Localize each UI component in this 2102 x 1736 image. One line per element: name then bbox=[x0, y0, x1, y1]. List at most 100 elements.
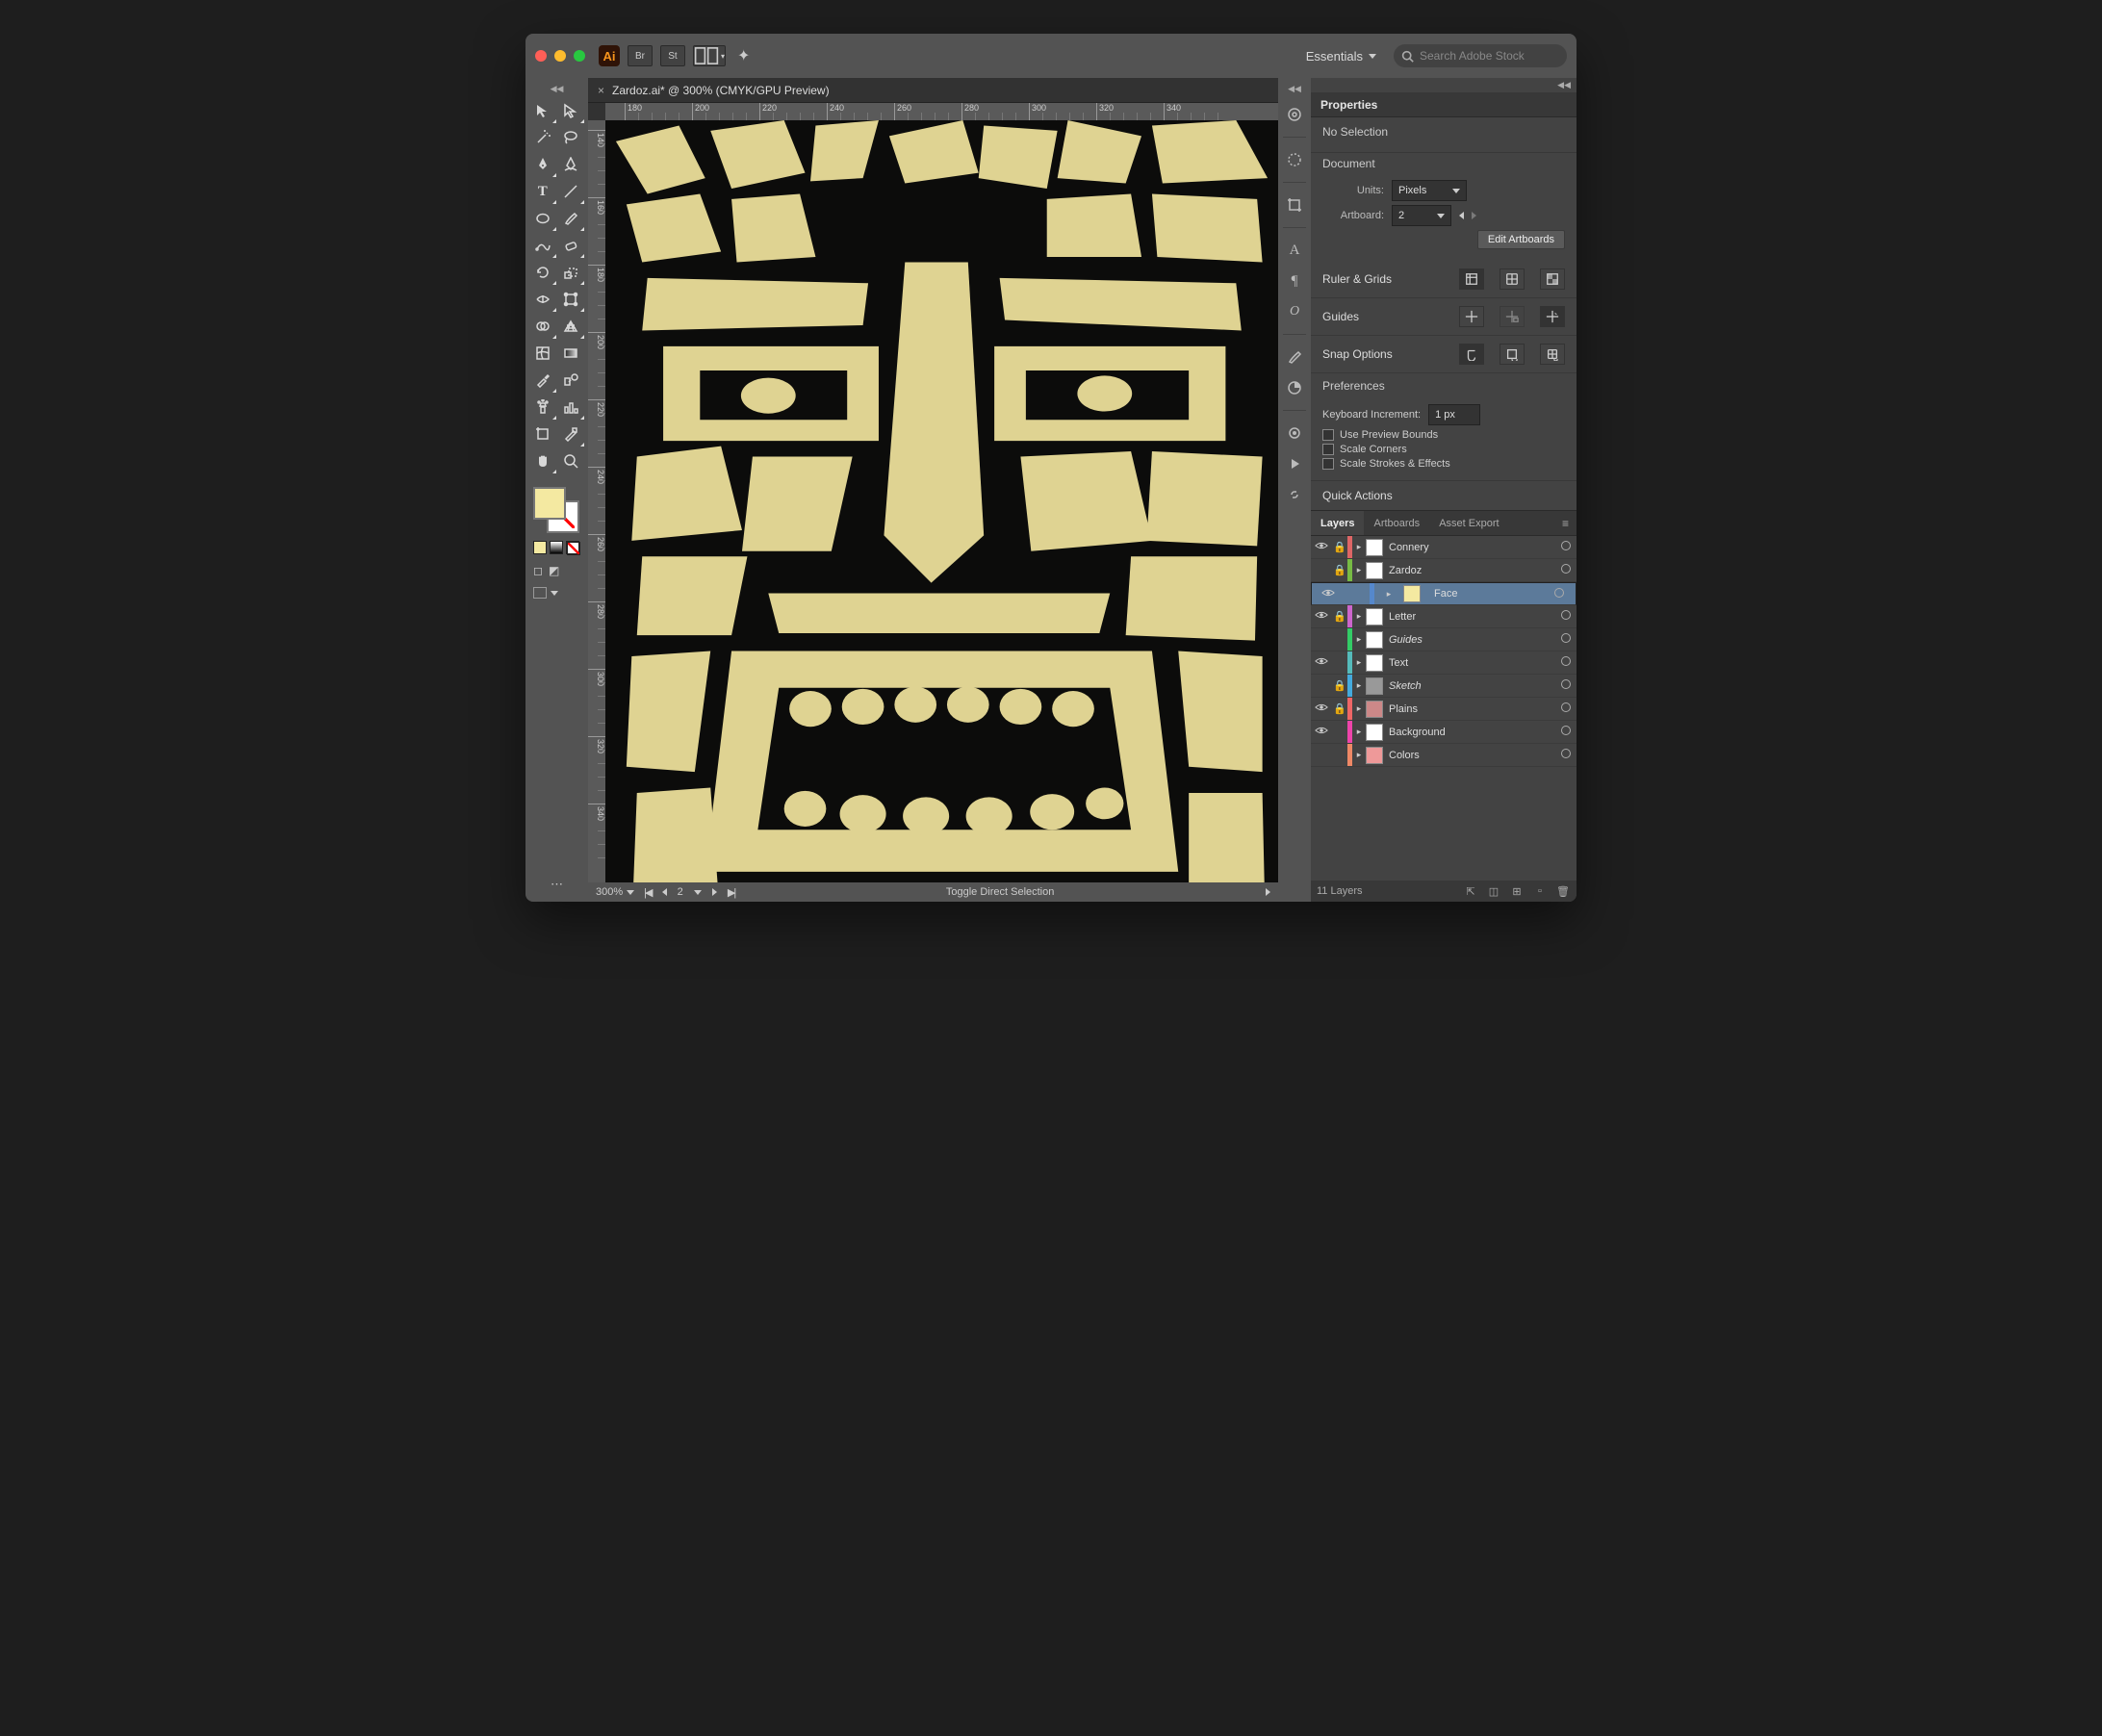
direct-selection-tool[interactable] bbox=[558, 98, 585, 123]
expand-layer[interactable]: ▸ bbox=[1352, 565, 1366, 575]
links-panel-icon[interactable] bbox=[1282, 482, 1307, 507]
new-sublayer-icon[interactable]: ⊞ bbox=[1509, 885, 1525, 898]
target-icon[interactable] bbox=[1561, 633, 1576, 646]
next-artboard[interactable] bbox=[1472, 212, 1476, 219]
artboards-panel-icon[interactable] bbox=[1282, 192, 1307, 217]
layer-row[interactable]: 🔒▸Sketch bbox=[1311, 675, 1576, 698]
make-clipping-mask-icon[interactable]: ◫ bbox=[1486, 885, 1501, 898]
edit-artboards-button[interactable]: Edit Artboards bbox=[1477, 230, 1565, 249]
visibility-toggle[interactable] bbox=[1311, 654, 1332, 671]
new-layer-icon[interactable]: ▫ bbox=[1532, 885, 1548, 897]
mesh-tool[interactable] bbox=[529, 341, 556, 366]
layer-row[interactable]: 🔒▸Plains bbox=[1311, 698, 1576, 721]
keyboard-increment-input[interactable]: 1 px bbox=[1428, 404, 1480, 425]
eyedropper-tool[interactable] bbox=[529, 368, 556, 393]
layer-row[interactable]: 🔒▸Connery bbox=[1311, 536, 1576, 559]
screen-mode-arrow[interactable] bbox=[551, 591, 558, 596]
scroll-right[interactable] bbox=[1266, 888, 1270, 896]
target-icon[interactable] bbox=[1561, 564, 1576, 576]
screen-mode-icon[interactable] bbox=[533, 587, 547, 599]
snap-to-pixel[interactable] bbox=[1459, 344, 1484, 365]
paintbrush-tool[interactable] bbox=[558, 206, 585, 231]
expand-layer[interactable]: ▸ bbox=[1352, 727, 1366, 737]
actions-panel-icon[interactable] bbox=[1282, 451, 1307, 476]
lock-toggle[interactable]: 🔒 bbox=[1332, 541, 1347, 553]
type-tool[interactable]: T bbox=[529, 179, 556, 204]
visibility-toggle[interactable] bbox=[1311, 539, 1332, 555]
minimize-window[interactable] bbox=[554, 50, 566, 62]
guides-lock[interactable] bbox=[1500, 306, 1525, 327]
free-transform-tool[interactable] bbox=[558, 287, 585, 312]
collapse-props[interactable]: ◀◀ bbox=[1311, 78, 1576, 92]
draw-normal-icon[interactable]: ◻ bbox=[533, 564, 543, 577]
artboard-select[interactable]: 2 bbox=[1392, 205, 1451, 226]
layer-row[interactable]: ▸Guides bbox=[1311, 628, 1576, 651]
shape-builder-tool[interactable] bbox=[529, 314, 556, 339]
draw-behind-icon[interactable]: ◩ bbox=[549, 564, 559, 577]
properties-tab[interactable]: Properties bbox=[1311, 92, 1576, 117]
target-icon[interactable] bbox=[1561, 541, 1576, 553]
visibility-toggle[interactable] bbox=[1311, 608, 1332, 625]
artboard-nav[interactable]: |◀ 2 ▶| bbox=[644, 886, 734, 899]
layer-row[interactable]: ▸Background bbox=[1311, 721, 1576, 744]
scale-corners-checkbox[interactable]: Scale Corners bbox=[1322, 444, 1565, 455]
visibility-toggle[interactable] bbox=[1311, 701, 1332, 717]
layer-row[interactable]: 🔒▸Zardoz bbox=[1311, 559, 1576, 582]
target-icon[interactable] bbox=[1561, 726, 1576, 738]
units-select[interactable]: Pixels bbox=[1392, 180, 1467, 201]
target-icon[interactable] bbox=[1561, 610, 1576, 623]
target-icon[interactable] bbox=[1561, 749, 1576, 761]
snap-to-point[interactable] bbox=[1500, 344, 1525, 365]
stock-button[interactable]: St bbox=[660, 45, 685, 66]
ruler-toggle[interactable] bbox=[1459, 268, 1484, 290]
target-icon[interactable] bbox=[1554, 588, 1570, 600]
workspace-switcher[interactable]: Essentials bbox=[1306, 49, 1376, 64]
visibility-toggle[interactable] bbox=[1311, 724, 1332, 740]
expand-layer[interactable]: ▸ bbox=[1352, 703, 1366, 714]
fill-color-chip[interactable] bbox=[533, 541, 547, 554]
search-stock-input[interactable]: Search Adobe Stock bbox=[1394, 44, 1567, 67]
eraser-tool[interactable] bbox=[558, 233, 585, 258]
fill-stroke-swatch[interactable]: ◻ ◩ bbox=[526, 483, 588, 602]
layers-tab[interactable]: Layers bbox=[1311, 511, 1364, 535]
transparency-grid[interactable] bbox=[1540, 268, 1565, 290]
selection-tool[interactable] bbox=[529, 98, 556, 123]
target-icon[interactable] bbox=[1561, 656, 1576, 669]
zoom-tool[interactable] bbox=[558, 448, 585, 473]
delete-layer-icon[interactable]: 🗑 bbox=[1555, 885, 1571, 898]
glyphs-panel-icon[interactable]: O bbox=[1282, 299, 1307, 324]
none-chip[interactable] bbox=[566, 541, 579, 554]
visibility-toggle[interactable] bbox=[1318, 586, 1339, 602]
lock-toggle[interactable]: 🔒 bbox=[1332, 702, 1347, 715]
scale-tool[interactable] bbox=[558, 260, 585, 285]
expand-layer[interactable]: ▸ bbox=[1352, 657, 1366, 668]
cc-libraries-icon[interactable] bbox=[1282, 102, 1307, 127]
prev-artboard[interactable] bbox=[1459, 212, 1464, 219]
color-panel-icon[interactable] bbox=[1282, 147, 1307, 172]
close-window[interactable] bbox=[535, 50, 547, 62]
expand-layer[interactable]: ▸ bbox=[1352, 542, 1366, 552]
expand-layer[interactable]: ▸ bbox=[1352, 611, 1366, 622]
snap-to-grid[interactable] bbox=[1540, 344, 1565, 365]
zoom-level[interactable]: 300% bbox=[596, 886, 634, 898]
collapse-toolbox[interactable]: ◀◀ bbox=[526, 82, 588, 96]
line-tool[interactable] bbox=[558, 179, 585, 204]
target-icon[interactable] bbox=[1561, 702, 1576, 715]
arrange-docs-button[interactable]: ▾ bbox=[693, 45, 726, 66]
column-graph-tool[interactable] bbox=[558, 395, 585, 420]
bridge-button[interactable]: Br bbox=[628, 45, 653, 66]
rotate-tool[interactable] bbox=[529, 260, 556, 285]
swatches-panel-icon[interactable] bbox=[1282, 375, 1307, 400]
lock-toggle[interactable]: 🔒 bbox=[1332, 610, 1347, 623]
width-tool[interactable] bbox=[529, 287, 556, 312]
curvature-tool[interactable] bbox=[558, 152, 585, 177]
shaper-tool[interactable] bbox=[529, 233, 556, 258]
gradient-tool[interactable] bbox=[558, 341, 585, 366]
appearance-panel-icon[interactable] bbox=[1282, 421, 1307, 446]
edit-toolbar-button[interactable]: ⋯ bbox=[526, 871, 588, 898]
expand-layer[interactable]: ▸ bbox=[1352, 680, 1366, 691]
lasso-tool[interactable] bbox=[558, 125, 585, 150]
canvas[interactable] bbox=[605, 120, 1278, 882]
smart-guides[interactable] bbox=[1540, 306, 1565, 327]
brushes-panel-icon[interactable] bbox=[1282, 345, 1307, 370]
